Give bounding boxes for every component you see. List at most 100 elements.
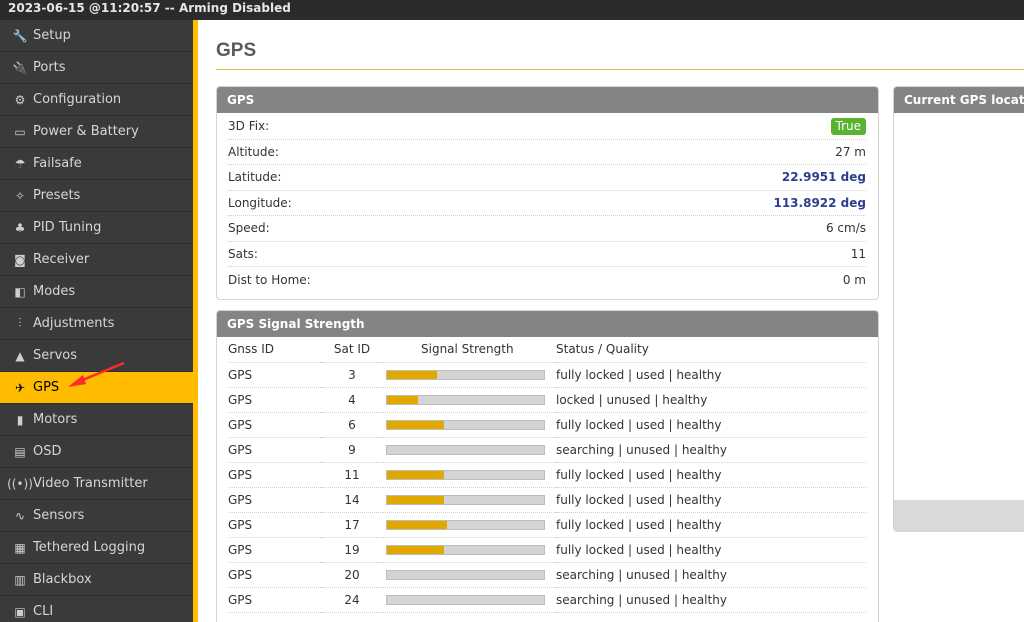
signal-panel-header: GPS Signal Strength bbox=[217, 311, 878, 337]
gps-info-label: Speed: bbox=[228, 221, 270, 236]
fix-status-badge: True bbox=[830, 117, 866, 135]
status-quality-cell: fully locked | used | healthy bbox=[556, 537, 866, 564]
sidebar-item-label: Sensors bbox=[33, 508, 85, 523]
sliders-icon: ⫶ bbox=[18, 316, 22, 330]
sat-id-cell: 17 bbox=[321, 512, 383, 539]
magic-wand-icon: ✧ bbox=[14, 188, 26, 203]
table-row: GPS 24 searching | unused | healthy bbox=[228, 587, 866, 614]
sidebar-item-configuration[interactable]: ⚙ Configuration bbox=[0, 84, 193, 116]
sidebar-item-label: Setup bbox=[33, 28, 71, 43]
satellite-icon: ✈ bbox=[14, 380, 26, 395]
sat-id-cell: 14 bbox=[321, 487, 383, 514]
status-quality-cell: locked | unused | healthy bbox=[556, 387, 866, 413]
sidebar-item-power-battery[interactable]: ▭ Power & Battery bbox=[0, 116, 193, 148]
signal-strength-cell bbox=[383, 587, 556, 614]
page-title: GPS bbox=[216, 40, 257, 61]
app-window: 2023-06-15 @11:20:57 -- Arming Disabled … bbox=[0, 0, 1024, 622]
table-row: GPS 9 searching | unused | healthy bbox=[228, 437, 866, 463]
sidebar-item-blackbox[interactable]: ▥ Blackbox bbox=[0, 564, 193, 596]
table-row: GPS 19 fully locked | used | healthy bbox=[228, 537, 866, 564]
toggle-icon: ◧ bbox=[14, 284, 26, 299]
sidebar-item-label: Modes bbox=[33, 284, 76, 299]
signal-bar bbox=[386, 369, 545, 380]
signal-strength-cell bbox=[383, 537, 556, 564]
signal-bar-fill bbox=[387, 420, 444, 429]
main-content: GPS GPS 3D Fix: True Altitude: 27 m Latitude… bbox=[198, 20, 1024, 622]
header-status-quality: Status / Quality bbox=[556, 337, 866, 363]
sidebar-item-label: Tethered Logging bbox=[33, 540, 146, 555]
signal-strength-cell bbox=[383, 562, 556, 589]
sidebar-item-cli[interactable]: ▣ CLI bbox=[0, 596, 193, 622]
gnss-id-cell: GPS bbox=[228, 462, 321, 488]
table-row: GPS 11 fully locked | used | healthy bbox=[228, 462, 866, 488]
sidebar-item-presets[interactable]: ✧ Presets bbox=[0, 180, 193, 212]
status-quality-cell: searching | unused | healthy bbox=[556, 587, 866, 614]
sidebar-item-osd[interactable]: ▤ OSD bbox=[0, 436, 193, 468]
gps-info-row: Altitude: 27 m bbox=[228, 140, 866, 165]
gnss-id-cell: GPS bbox=[228, 487, 321, 514]
table-row: GPS 20 searching | unused | healthy bbox=[228, 562, 866, 589]
sidebar-item-label: Video Transmitter bbox=[33, 476, 148, 491]
sidebar-item-label: Adjustments bbox=[33, 316, 115, 331]
header-signal-strength: Signal Strength bbox=[383, 337, 556, 363]
sidebar-item-adjustments[interactable]: ⫶ Adjustments bbox=[0, 308, 193, 340]
sat-id-cell: 24 bbox=[321, 587, 383, 614]
signal-bar bbox=[386, 419, 545, 430]
sidebar-item-ports[interactable]: 🔌 Ports bbox=[0, 52, 193, 84]
status-quality-cell: searching | unused | healthy bbox=[556, 562, 866, 589]
sidebar-item-video-transmitter[interactable]: ((•)) Video Transmitter bbox=[0, 468, 193, 500]
sidebar-item-servos[interactable]: ▲ Servos bbox=[0, 340, 193, 372]
gnss-id-cell: GPS bbox=[228, 587, 321, 614]
sidebar-item-label: GPS bbox=[33, 380, 60, 395]
gps-info-row: 3D Fix: True bbox=[228, 114, 866, 140]
sidebar-item-label: Motors bbox=[33, 412, 78, 427]
gear-icon: ⚙ bbox=[14, 92, 26, 107]
battery-icon: ▭ bbox=[14, 124, 26, 139]
status-bar: 2023-06-15 @11:20:57 -- Arming Disabled bbox=[0, 0, 1024, 20]
gps-info-value: 22.9951 deg bbox=[781, 170, 866, 185]
sidebar-item-receiver[interactable]: ◙ Receiver bbox=[0, 244, 193, 276]
gps-info-value: 0 m bbox=[842, 272, 866, 287]
signal-strength-cell bbox=[383, 512, 556, 539]
gps-info-row: Latitude: 22.9951 deg bbox=[228, 165, 866, 191]
sidebar-item-pid-tuning[interactable]: ♣ PID Tuning bbox=[0, 212, 193, 244]
signal-table-header-row: Gnss ID Sat ID Signal Strength Status / … bbox=[228, 337, 866, 363]
signal-strength-cell bbox=[383, 487, 556, 514]
signal-bar bbox=[386, 595, 545, 606]
sidebar-item-label: Ports bbox=[33, 60, 66, 75]
table-row: GPS 6 fully locked | used | healthy bbox=[228, 412, 866, 438]
gps-info-value: 6 cm/s bbox=[825, 221, 866, 236]
gps-info-value: 11 bbox=[850, 246, 866, 261]
barcode-icon: ▥ bbox=[14, 572, 26, 587]
sidebar-item-label: Failsafe bbox=[33, 156, 82, 171]
sidebar-item-setup[interactable]: 🔧 Setup bbox=[0, 20, 193, 52]
header-sat-id: Sat ID bbox=[321, 337, 383, 363]
broadcast-icon: ((•)) bbox=[7, 476, 33, 491]
gnss-id-cell: GPS bbox=[228, 412, 321, 438]
sidebar-item-label: Power & Battery bbox=[33, 124, 139, 139]
motor-icon: ▮ bbox=[16, 412, 24, 427]
arming-status-text: 2023-06-15 @11:20:57 -- Arming Disabled bbox=[8, 1, 291, 15]
signal-bar bbox=[386, 444, 545, 455]
status-quality-cell: searching | unused | healthy bbox=[556, 437, 866, 463]
terminal-icon: ▣ bbox=[14, 604, 26, 619]
sidebar-item-sensors[interactable]: ∿ Sensors bbox=[0, 500, 193, 532]
sat-id-cell: 9 bbox=[321, 437, 383, 463]
signal-bar bbox=[386, 570, 545, 581]
sidebar-item-gps[interactable]: ✈ GPS bbox=[0, 372, 193, 404]
signal-table-body: GPS 3 fully locked | used | healthy GPS 4 loc… bbox=[228, 362, 866, 614]
sidebar-item-label: Presets bbox=[33, 188, 81, 203]
sat-id-cell: 6 bbox=[321, 412, 383, 438]
sidebar-item-motors[interactable]: ▮ Motors bbox=[0, 404, 193, 436]
sidebar-item-tethered-logging[interactable]: ▦ Tethered Logging bbox=[0, 532, 193, 564]
signal-bar bbox=[386, 394, 545, 405]
sidebar-item-failsafe[interactable]: ☂ Failsafe bbox=[0, 148, 193, 180]
gps-info-value: 27 m bbox=[835, 144, 866, 159]
sidebar-item-modes[interactable]: ◧ Modes bbox=[0, 276, 193, 308]
gps-info-row: Speed: 6 cm/s bbox=[228, 216, 866, 242]
wrench-icon: 🔧 bbox=[12, 28, 28, 43]
gps-info-panel: GPS 3D Fix: True Altitude: 27 m Latitude: 22.… bbox=[216, 86, 879, 300]
gps-info-row: Sats: 11 bbox=[228, 242, 866, 267]
gnss-id-cell: GPS bbox=[228, 362, 321, 388]
gps-info-row: Longitude: 113.8922 deg bbox=[228, 191, 866, 216]
